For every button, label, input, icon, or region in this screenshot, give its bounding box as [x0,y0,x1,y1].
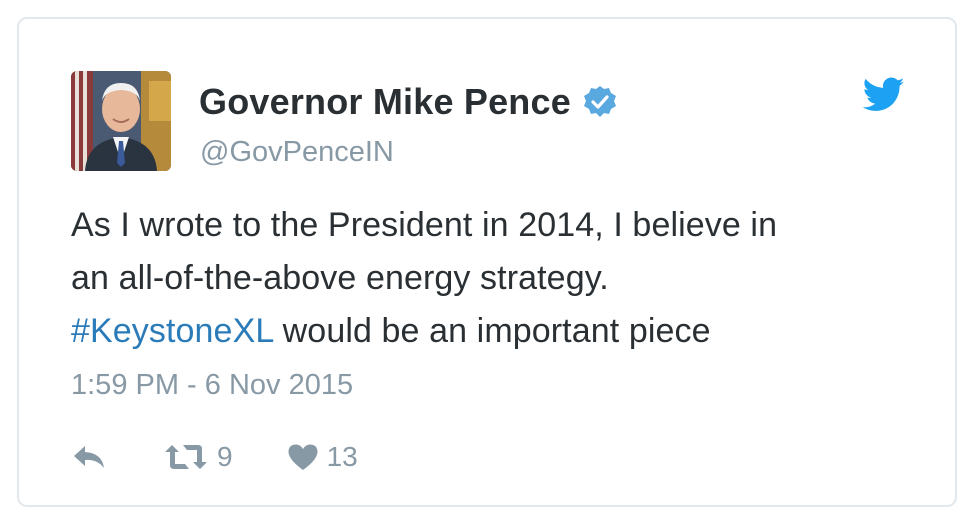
retweet-icon [163,443,209,471]
tweet-text-line-1: As I wrote to the President in 2014, I b… [71,206,778,244]
retweet-count: 9 [217,441,233,472]
tweet-card: Governor Mike Pence @GovPenceIN As I wro… [17,17,957,507]
heart-icon [287,443,319,471]
tweet-actions: 9 13 [71,439,358,475]
tweet-timestamp[interactable]: 1:59 PM - 6 Nov 2015 [71,369,353,402]
like-count: 13 [326,441,358,472]
author-display-name[interactable]: Governor Mike Pence [199,81,571,123]
reply-icon [71,443,107,471]
hashtag-link[interactable]: #KeystoneXL [71,312,273,350]
reply-button[interactable] [71,443,111,471]
avatar[interactable] [71,71,171,171]
retweet-button[interactable]: 9 [163,441,233,473]
tweet-text-line-3-rest: would be an important piece [273,312,711,350]
author-handle[interactable]: @GovPenceIN [200,136,394,169]
tweet-text-line-2: an all-of-the-above energy strategy. [71,259,609,297]
like-button[interactable]: 13 [287,441,358,473]
tweet-text-line-3: #KeystoneXL would be an important piece [71,305,921,358]
tweet-text: As I wrote to the President in 2014, I b… [71,199,921,358]
verified-badge-icon [583,85,617,119]
author-name-row: Governor Mike Pence [199,77,617,127]
avatar-photo [71,71,171,171]
twitter-bird-icon[interactable] [862,77,905,113]
